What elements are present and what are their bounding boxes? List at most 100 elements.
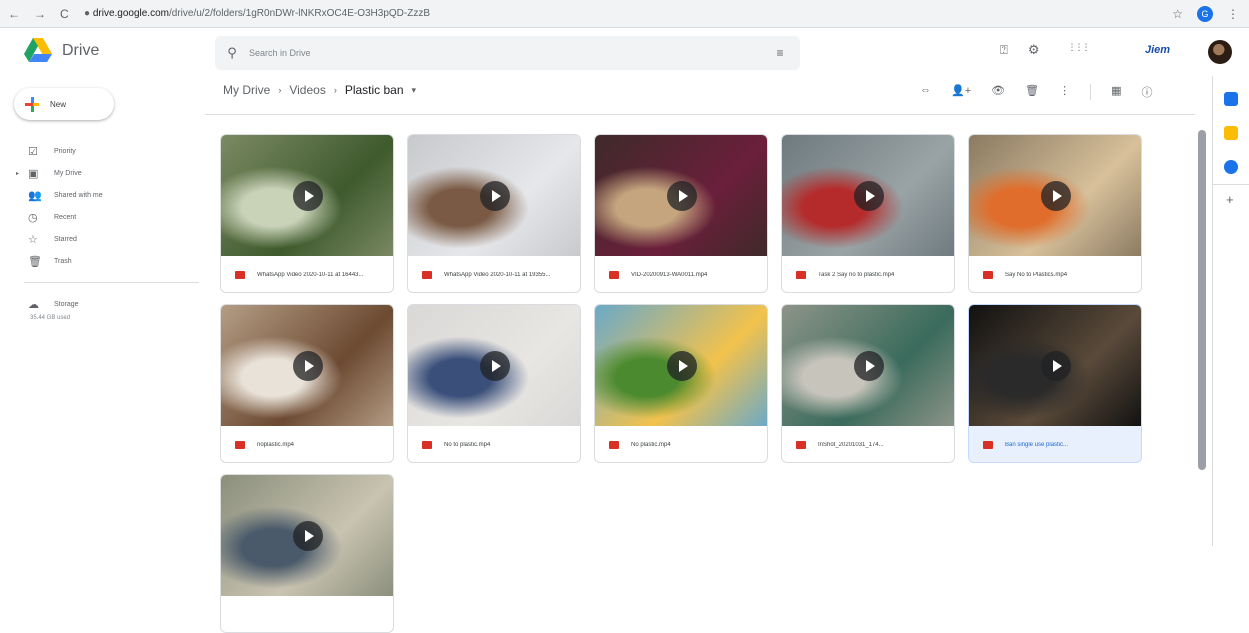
scrollbar[interactable]: [1196, 130, 1208, 546]
sidebar-item-recent[interactable]: ◷ Recent: [0, 206, 205, 228]
video-thumbnail[interactable]: [782, 135, 954, 256]
browser-menu-icon[interactable]: ⋮: [1227, 7, 1239, 21]
play-icon[interactable]: [1041, 181, 1071, 211]
breadcrumb-videos[interactable]: Videos: [289, 83, 325, 97]
file-card[interactable]: noplastic.mp4: [220, 304, 394, 463]
video-thumbnail[interactable]: [782, 305, 954, 426]
scrollbar-thumb[interactable]: [1198, 130, 1206, 470]
new-button-label: New: [50, 99, 67, 109]
video-thumbnail[interactable]: [595, 305, 767, 426]
delete-icon[interactable]: 🗑: [1025, 84, 1039, 100]
sidebar-item-trash[interactable]: 🗑 Trash: [0, 250, 205, 272]
file-name-row[interactable]: WhatsApp Video 2020-10-11 at 19355...: [408, 256, 580, 292]
back-icon[interactable]: ←: [8, 7, 20, 21]
video-thumbnail[interactable]: [408, 135, 580, 256]
file-name: Task 2 Say no to plastic.mp4: [818, 272, 895, 278]
file-name-row[interactable]: No plastic.mp4: [595, 426, 767, 462]
calendar-icon[interactable]: [1224, 92, 1238, 106]
video-thumbnail[interactable]: [595, 135, 767, 256]
bookmark-star-icon[interactable]: ☆: [1172, 7, 1183, 21]
trash-icon: 🗑: [28, 255, 42, 268]
video-file-icon: [422, 441, 432, 449]
search-bar[interactable]: ⚲ Search in Drive ≡: [215, 36, 800, 70]
folder-dropdown-icon[interactable]: ▾: [412, 85, 417, 96]
apps-grid-icon[interactable]: ⋮⋮⋮: [1067, 42, 1090, 58]
add-addon-icon[interactable]: +: [1226, 192, 1234, 207]
file-card[interactable]: [220, 474, 394, 633]
file-card[interactable]: WhatsApp Video 2020-10-11 at 19355...: [407, 134, 581, 293]
file-name: No to plastic.mp4: [444, 442, 491, 448]
keep-icon[interactable]: [1224, 126, 1238, 140]
file-name-row[interactable]: No to plastic.mp4: [408, 426, 580, 462]
play-icon[interactable]: [1041, 351, 1071, 381]
video-thumbnail[interactable]: [408, 305, 580, 426]
file-name-row[interactable]: VID-20200913-WA0011.mp4: [595, 256, 767, 292]
new-button[interactable]: New: [14, 88, 114, 120]
breadcrumb-current-folder[interactable]: Plastic ban: [345, 83, 404, 97]
sidebar-item-my-drive[interactable]: ▸ ▣ My Drive: [0, 162, 205, 184]
sidebar-item-label: Shared with me: [54, 191, 103, 199]
play-icon[interactable]: [480, 351, 510, 381]
play-icon[interactable]: [854, 351, 884, 381]
reload-icon[interactable]: C: [60, 7, 69, 21]
address-bar[interactable]: ● drive.google.com/drive/u/2/folders/1gR…: [80, 4, 1172, 24]
file-name-row[interactable]: Say No to Plastics.mp4: [969, 256, 1141, 292]
file-name-row[interactable]: noplastic.mp4: [221, 426, 393, 462]
play-icon[interactable]: [480, 181, 510, 211]
breadcrumb-my-drive[interactable]: My Drive: [223, 83, 270, 97]
folder-toolbar: ⇔ 👤+ 👁 🗑 ⋮ ▦ ⓘ: [920, 84, 1152, 100]
video-file-icon: [235, 441, 245, 449]
file-card[interactable]: Task 2 Say no to plastic.mp4: [781, 134, 955, 293]
list-view-icon[interactable]: ▦: [1111, 84, 1121, 100]
preview-icon[interactable]: 👁: [991, 84, 1005, 100]
sidebar-item-priority[interactable]: ☑ Priority: [0, 140, 205, 162]
video-thumbnail[interactable]: [969, 305, 1141, 426]
account-avatar[interactable]: [1208, 40, 1232, 64]
play-icon[interactable]: [293, 521, 323, 551]
video-thumbnail[interactable]: [221, 475, 393, 596]
clock-icon: ◷: [28, 211, 38, 224]
video-thumbnail[interactable]: [221, 135, 393, 256]
file-name-row[interactable]: Task 2 Say no to plastic.mp4: [782, 256, 954, 292]
video-thumbnail[interactable]: [221, 305, 393, 426]
forward-icon[interactable]: →: [34, 7, 46, 21]
play-icon[interactable]: [667, 181, 697, 211]
drive-logo-icon[interactable]: [24, 38, 52, 62]
sidebar-item-storage[interactable]: ☁ Storage: [0, 293, 205, 315]
search-icon[interactable]: ⚲: [215, 45, 249, 61]
help-icon[interactable]: ⍰: [1000, 42, 1008, 58]
expand-arrow-icon[interactable]: ▸: [16, 170, 19, 177]
file-card[interactable]: WhatsApp Video 2020-10-11 at 16443...: [220, 134, 394, 293]
sidebar-item-label: Storage: [54, 300, 79, 308]
file-card[interactable]: InShot_20201031_174...: [781, 304, 955, 463]
app-name[interactable]: Drive: [62, 42, 99, 60]
play-icon[interactable]: [667, 351, 697, 381]
file-card[interactable]: Say No to Plastics.mp4: [968, 134, 1142, 293]
file-card[interactable]: VID-20200913-WA0011.mp4: [594, 134, 768, 293]
sidebar-item-label: Recent: [54, 213, 77, 221]
play-icon[interactable]: [854, 181, 884, 211]
more-actions-icon[interactable]: ⋮: [1059, 84, 1070, 100]
file-card[interactable]: No to plastic.mp4: [407, 304, 581, 463]
sidebar-item-shared[interactable]: 👥 Shared with me: [0, 184, 205, 206]
search-options-icon[interactable]: ≡: [760, 46, 800, 60]
search-input[interactable]: Search in Drive: [249, 48, 760, 58]
file-name-row[interactable]: WhatsApp Video 2020-10-11 at 16443...: [221, 256, 393, 292]
play-icon[interactable]: [293, 181, 323, 211]
file-name: noplastic.mp4: [257, 442, 295, 448]
video-thumbnail[interactable]: [969, 135, 1141, 256]
browser-profile-avatar[interactable]: G: [1197, 5, 1213, 22]
info-icon[interactable]: ⓘ: [1141, 84, 1152, 100]
share-icon[interactable]: 👤+: [951, 84, 971, 100]
file-card[interactable]: No plastic.mp4: [594, 304, 768, 463]
file-name-row[interactable]: Ban single use plastic...: [969, 426, 1141, 462]
settings-icon[interactable]: ⚙: [1028, 42, 1040, 58]
play-icon[interactable]: [293, 351, 323, 381]
side-panel: +: [1212, 76, 1249, 546]
file-card[interactable]: Ban single use plastic...: [968, 304, 1142, 463]
tasks-icon[interactable]: [1224, 160, 1238, 174]
sidebar-item-starred[interactable]: ☆ Starred: [0, 228, 205, 250]
file-name-row[interactable]: InShot_20201031_174...: [782, 426, 954, 462]
get-link-icon[interactable]: ⇔: [920, 84, 931, 100]
file-name: Say No to Plastics.mp4: [1005, 272, 1068, 278]
